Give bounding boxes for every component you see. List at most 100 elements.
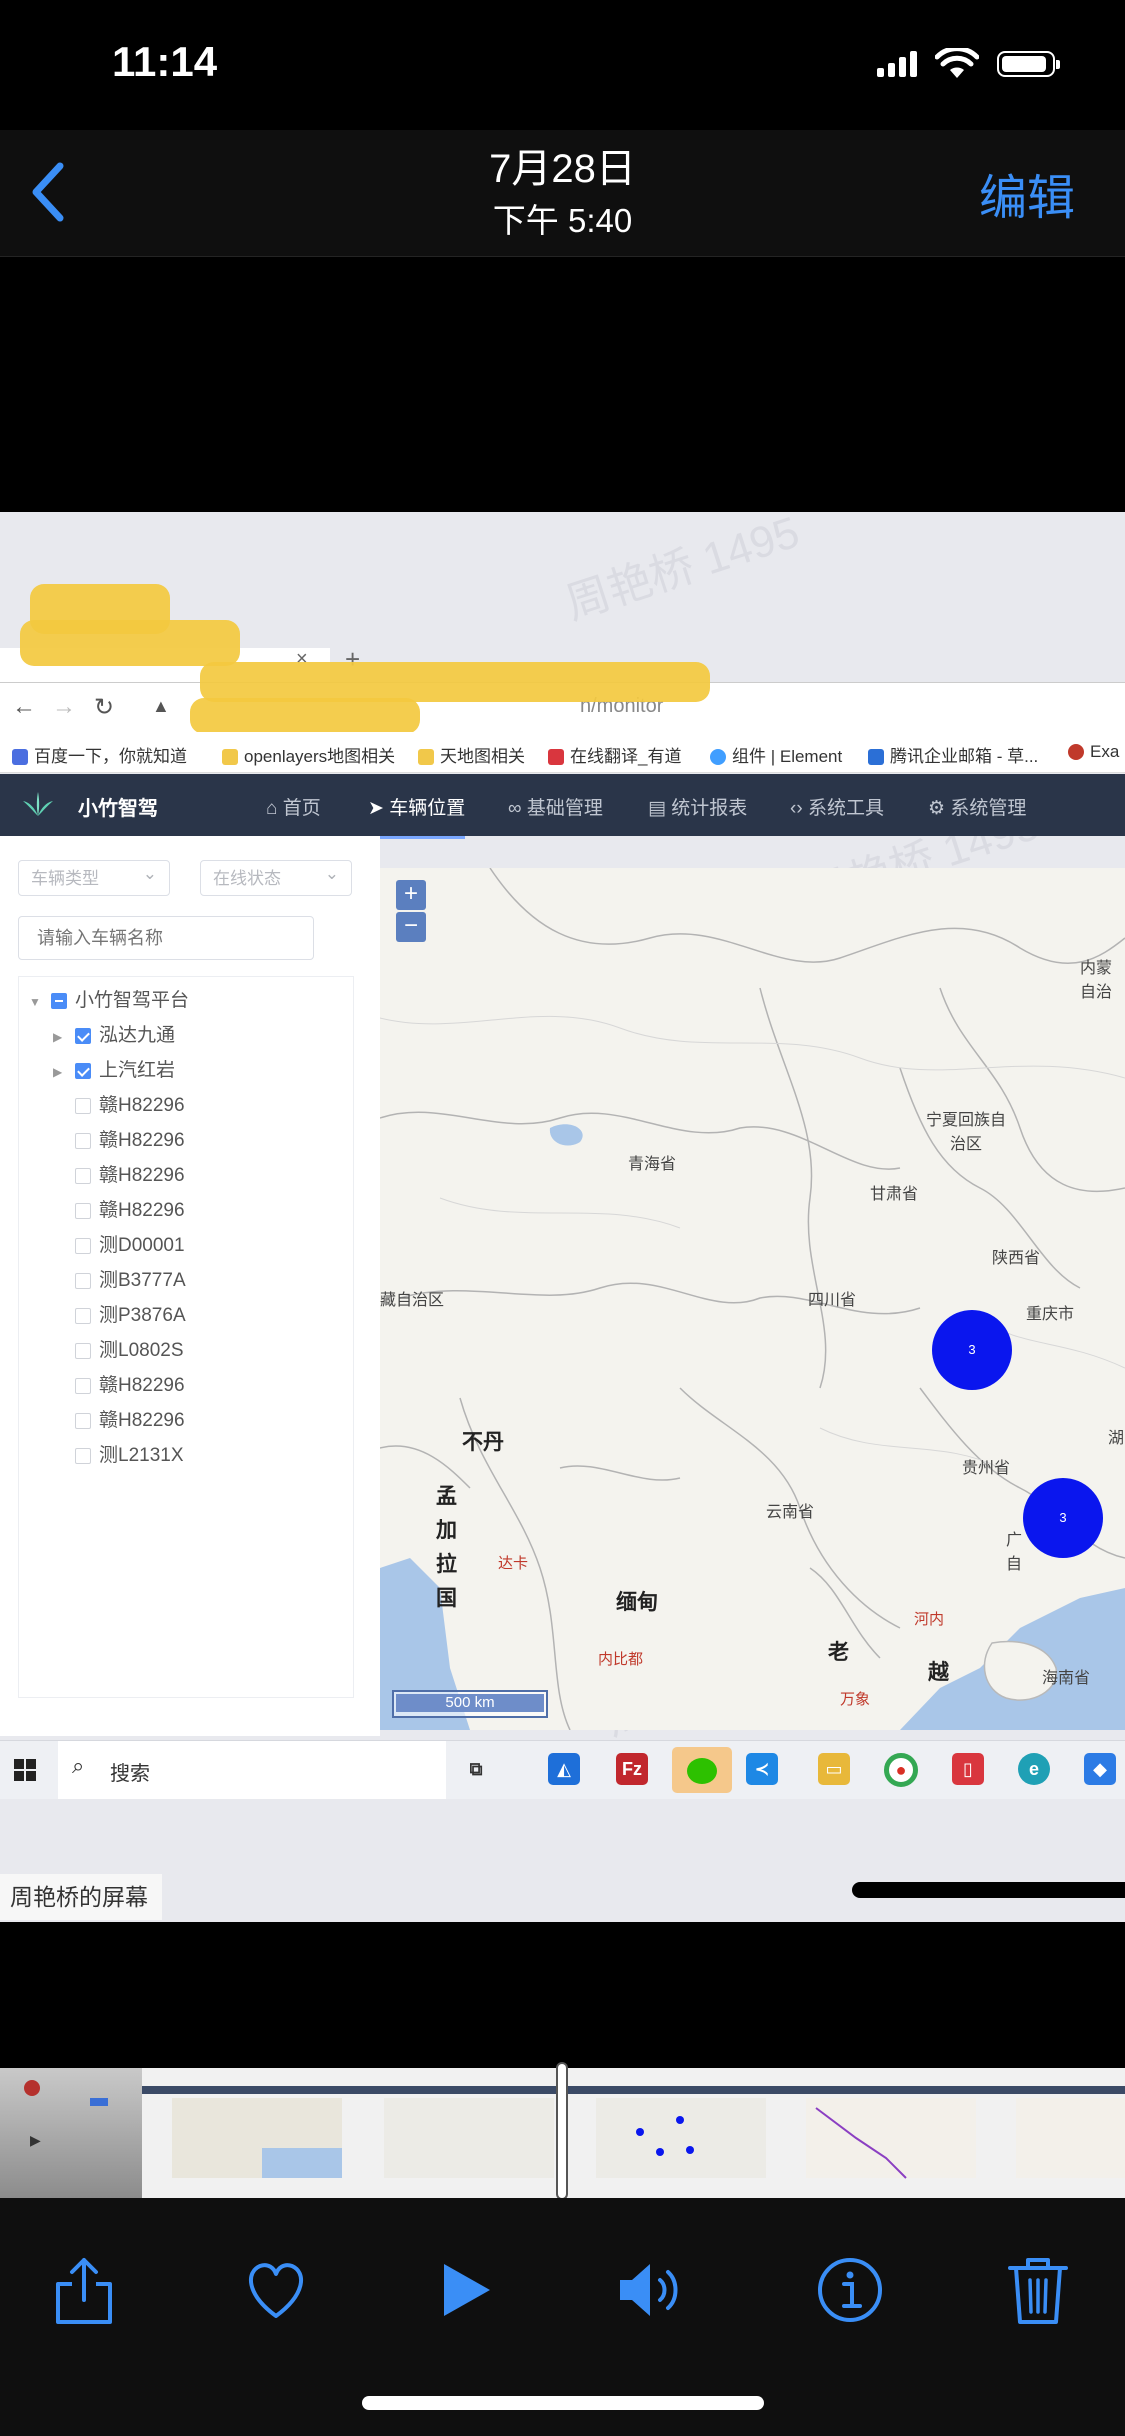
trash-icon[interactable]	[998, 2250, 1078, 2330]
city-label: 达卡	[498, 1555, 529, 1572]
vehicle-cluster-marker[interactable]: 3	[1023, 1478, 1103, 1558]
checkbox[interactable]	[75, 1028, 91, 1044]
caret-right-icon[interactable]: ▶	[53, 1030, 67, 1044]
map-scale-bar: 500 km	[392, 1690, 548, 1718]
warning-icon: ▲	[152, 696, 170, 716]
taskbar-search[interactable]: ⌕ 搜索 🏝	[58, 1741, 446, 1799]
play-icon[interactable]	[424, 2250, 504, 2330]
checkbox[interactable]	[75, 1308, 91, 1324]
bookmark-item[interactable]: 百度一下，你就知道	[12, 742, 187, 767]
battery-icon	[997, 51, 1060, 77]
bookmarks-bar: 百度一下，你就知道 openlayers地图相关 天地图相关 在线翻译_有道 组…	[0, 732, 1125, 773]
tree-group[interactable]: ▶ 泓达九通	[53, 1020, 175, 1048]
menu-item-home[interactable]: ⌂ 首页	[266, 793, 321, 820]
tree-vehicle[interactable]: 测L2131X	[75, 1440, 184, 1468]
checkbox[interactable]	[75, 1063, 91, 1079]
task-view-icon[interactable]: ⧉	[460, 1753, 492, 1785]
menu-item-basic-management[interactable]: ∞ 基础管理	[508, 793, 603, 820]
paw-icon	[12, 749, 28, 765]
thumbnail[interactable]: ▶	[0, 2068, 142, 2198]
map-view[interactable]: + − 青海省 甘肃省 宁夏回族自治区 陕西省 四川省 重庆市 藏自治区 贵州省…	[380, 868, 1125, 1730]
tree-vehicle[interactable]: 赣H82296	[75, 1195, 185, 1223]
app-icon[interactable]: ◆	[1084, 1753, 1116, 1785]
bookmark-item[interactable]: 在线翻译_有道	[548, 742, 681, 767]
menu-item-vehicle-position[interactable]: ➤ 车辆位置	[368, 793, 466, 839]
tree-vehicle[interactable]: 赣H82296	[75, 1370, 185, 1398]
tree-root[interactable]: ▼ 小竹智驾平台	[29, 985, 189, 1013]
checkbox[interactable]	[75, 1448, 91, 1464]
bookmark-item[interactable]: 天地图相关	[418, 742, 525, 767]
video-progress-line	[852, 1882, 1125, 1898]
pdf-reader-icon[interactable]: ▯	[952, 1753, 984, 1785]
vehicle-name-input[interactable]	[18, 916, 314, 960]
tree-vehicle[interactable]: 测D00001	[75, 1230, 185, 1258]
menu-item-system-tools[interactable]: ‹› 系统工具	[790, 793, 884, 820]
tree-vehicle[interactable]: 赣H82296	[75, 1405, 185, 1433]
bookmark-item[interactable]: Exa	[1068, 742, 1119, 762]
checkbox[interactable]	[75, 1203, 91, 1219]
checkbox[interactable]	[75, 1238, 91, 1254]
tree-group[interactable]: ▶ 上汽红岩	[53, 1055, 175, 1083]
video-frame[interactable]: 周艳桥 1495 周艳桥 1495 周艳桥 1495 周艳桥 1495 周艳桥 …	[0, 512, 1125, 1922]
vehicle-cluster-marker[interactable]: 3	[932, 1310, 1012, 1390]
wechat-icon[interactable]	[672, 1747, 732, 1793]
reload-icon[interactable]: ↻	[94, 693, 114, 722]
thumbnail[interactable]	[566, 2068, 776, 2198]
vehicle-type-select[interactable]: 车辆类型	[18, 856, 170, 896]
map-label: 内蒙自治	[1080, 960, 1113, 1001]
checkbox[interactable]	[75, 1413, 91, 1429]
windows-start-icon[interactable]	[14, 1759, 36, 1781]
checkbox[interactable]	[75, 1273, 91, 1289]
checkbox[interactable]	[75, 1133, 91, 1149]
bookmark-item[interactable]: openlayers地图相关	[222, 742, 395, 767]
tree-vehicle[interactable]: 赣H82296	[75, 1160, 185, 1188]
tree-vehicle[interactable]: 测L0802S	[75, 1335, 184, 1363]
app-icon[interactable]: ◭	[548, 1753, 580, 1785]
tree-vehicle[interactable]: 测B3777A	[75, 1265, 186, 1293]
browser-back-icon[interactable]: ←	[12, 693, 36, 721]
browser-forward-icon[interactable]: →	[52, 693, 76, 721]
thumbnail[interactable]	[142, 2068, 354, 2198]
zoom-out-button[interactable]: −	[396, 912, 426, 942]
island-illustration-icon: 🏝	[386, 1745, 442, 1794]
file-explorer-icon[interactable]: ▭	[818, 1753, 850, 1785]
home-indicator	[362, 2396, 764, 2410]
checkbox[interactable]	[75, 1343, 91, 1359]
bookmark-item[interactable]: 腾讯企业邮箱 - 草...	[868, 742, 1038, 767]
edge-icon[interactable]: e	[1018, 1753, 1050, 1785]
speaker-icon[interactable]	[612, 2250, 692, 2330]
city-label: 万象	[840, 1691, 871, 1708]
checkbox[interactable]	[75, 1168, 91, 1184]
tree-vehicle[interactable]: 赣H82296	[75, 1090, 185, 1118]
checkbox[interactable]	[75, 1098, 91, 1114]
thumbnail[interactable]	[986, 2068, 1125, 2198]
thumbnail[interactable]	[354, 2068, 564, 2198]
checkbox[interactable]	[51, 993, 67, 1009]
caret-down-icon[interactable]: ▼	[29, 995, 43, 1009]
country-label: 老	[828, 1641, 849, 1664]
edit-button[interactable]: 编辑	[979, 158, 1075, 228]
city-label: 河内	[914, 1611, 945, 1628]
zoom-in-button[interactable]: +	[396, 880, 426, 910]
map-label: 青海省	[628, 1156, 677, 1173]
info-icon[interactable]	[810, 2250, 890, 2330]
filezilla-icon[interactable]: Fz	[616, 1753, 648, 1785]
checkbox[interactable]	[75, 1378, 91, 1394]
vscode-icon[interactable]: ≺	[746, 1753, 778, 1785]
country-label: 越	[928, 1661, 949, 1684]
app-name: 小竹智驾	[78, 798, 158, 820]
tree-vehicle[interactable]: 测P3876A	[75, 1300, 186, 1328]
heart-icon[interactable]	[236, 2250, 316, 2330]
caret-right-icon[interactable]: ▶	[53, 1065, 67, 1079]
menu-item-statistics[interactable]: ▤ 统计报表	[648, 793, 747, 820]
playhead[interactable]	[558, 2064, 566, 2198]
share-icon[interactable]	[44, 2250, 124, 2330]
online-status-select[interactable]: 在线状态	[200, 856, 352, 896]
search-icon: ⌕	[72, 1753, 85, 1778]
tree-vehicle[interactable]: 赣H82296	[75, 1125, 185, 1153]
chrome-icon[interactable]: ●	[884, 1753, 918, 1787]
map-label: 海南省	[1042, 1670, 1091, 1687]
bookmark-item[interactable]: 组件 | Element	[710, 742, 842, 767]
thumbnail[interactable]	[776, 2068, 986, 2198]
menu-item-system-management[interactable]: ⚙ 系统管理	[928, 793, 1026, 820]
